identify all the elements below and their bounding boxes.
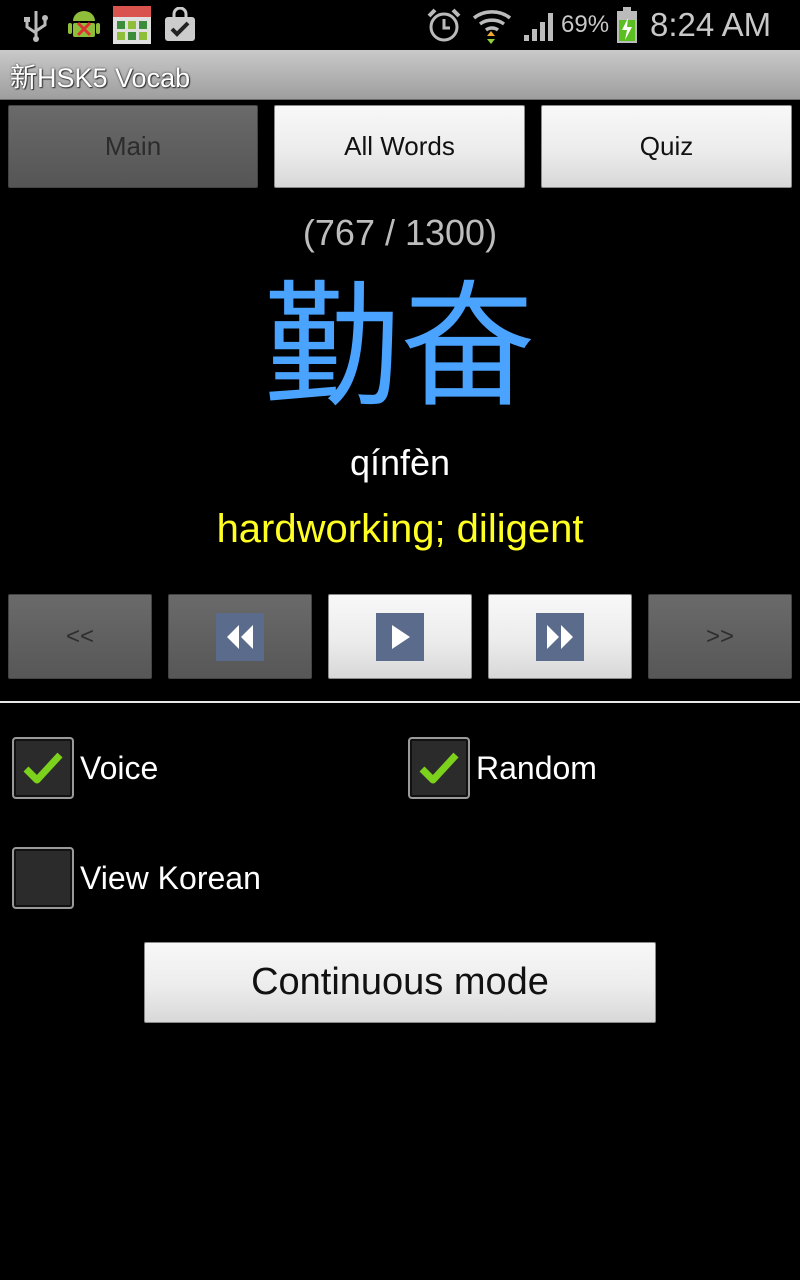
tab-main-label: Main	[104, 131, 162, 161]
calendar-icon	[112, 6, 152, 44]
meaning: hardworking; diligent	[216, 507, 584, 551]
checkmark-icon	[419, 752, 459, 784]
shopping-bag-icon	[162, 6, 198, 44]
play-icon	[376, 612, 424, 661]
usb-icon	[18, 6, 54, 44]
view-korean-label: View Korean	[80, 859, 261, 896]
app-title-bar: 新HSK5 Vocab	[0, 50, 800, 100]
pinyin: qínfèn	[349, 442, 451, 483]
status-bar: 69% 8:24 AM	[0, 0, 800, 50]
tab-quiz[interactable]: Quiz	[541, 105, 792, 188]
rewind-icon	[216, 612, 264, 661]
voice-checkbox[interactable]: Voice	[12, 737, 158, 799]
battery-charging-icon	[614, 6, 640, 44]
previous-word-button[interactable]	[168, 594, 312, 679]
android-debug-icon	[66, 6, 102, 44]
first-word-button[interactable]: <<	[8, 594, 152, 679]
random-label: Random	[476, 749, 597, 786]
checkmark-icon	[23, 752, 63, 784]
battery-percent: 69%	[561, 11, 610, 38]
last-word-button[interactable]: >>	[648, 594, 792, 679]
view-korean-checkbox[interactable]: View Korean	[12, 847, 261, 909]
alarm-icon	[425, 6, 463, 44]
random-checkbox[interactable]: Random	[408, 737, 597, 799]
last-word-label: >>	[705, 622, 735, 650]
hanzi-word: 勤奋	[264, 269, 536, 427]
view-korean-checkbox-box[interactable]	[12, 847, 74, 909]
wifi-icon	[472, 6, 512, 44]
word-counter: (767 / 1300)	[302, 212, 498, 253]
voice-checkbox-box[interactable]	[12, 737, 74, 799]
signal-icon	[522, 6, 558, 44]
app-title: 新HSK5 Vocab	[10, 62, 191, 93]
tab-quiz-label: Quiz	[639, 131, 694, 161]
tab-all-words[interactable]: All Words	[274, 105, 525, 188]
divider	[0, 701, 800, 703]
voice-label: Voice	[80, 749, 159, 786]
first-word-label: <<	[65, 622, 95, 650]
next-word-button[interactable]	[488, 594, 632, 679]
tab-main[interactable]: Main	[8, 105, 258, 188]
clock: 8:24 AM	[650, 6, 772, 43]
tab-all-words-label: All Words	[344, 131, 455, 161]
fast-forward-icon	[536, 612, 584, 661]
continuous-mode-button[interactable]: Continuous mode	[144, 942, 656, 1023]
continuous-mode-label: Continuous mode	[251, 961, 549, 1003]
random-checkbox-box[interactable]	[408, 737, 470, 799]
play-button[interactable]	[328, 594, 472, 679]
